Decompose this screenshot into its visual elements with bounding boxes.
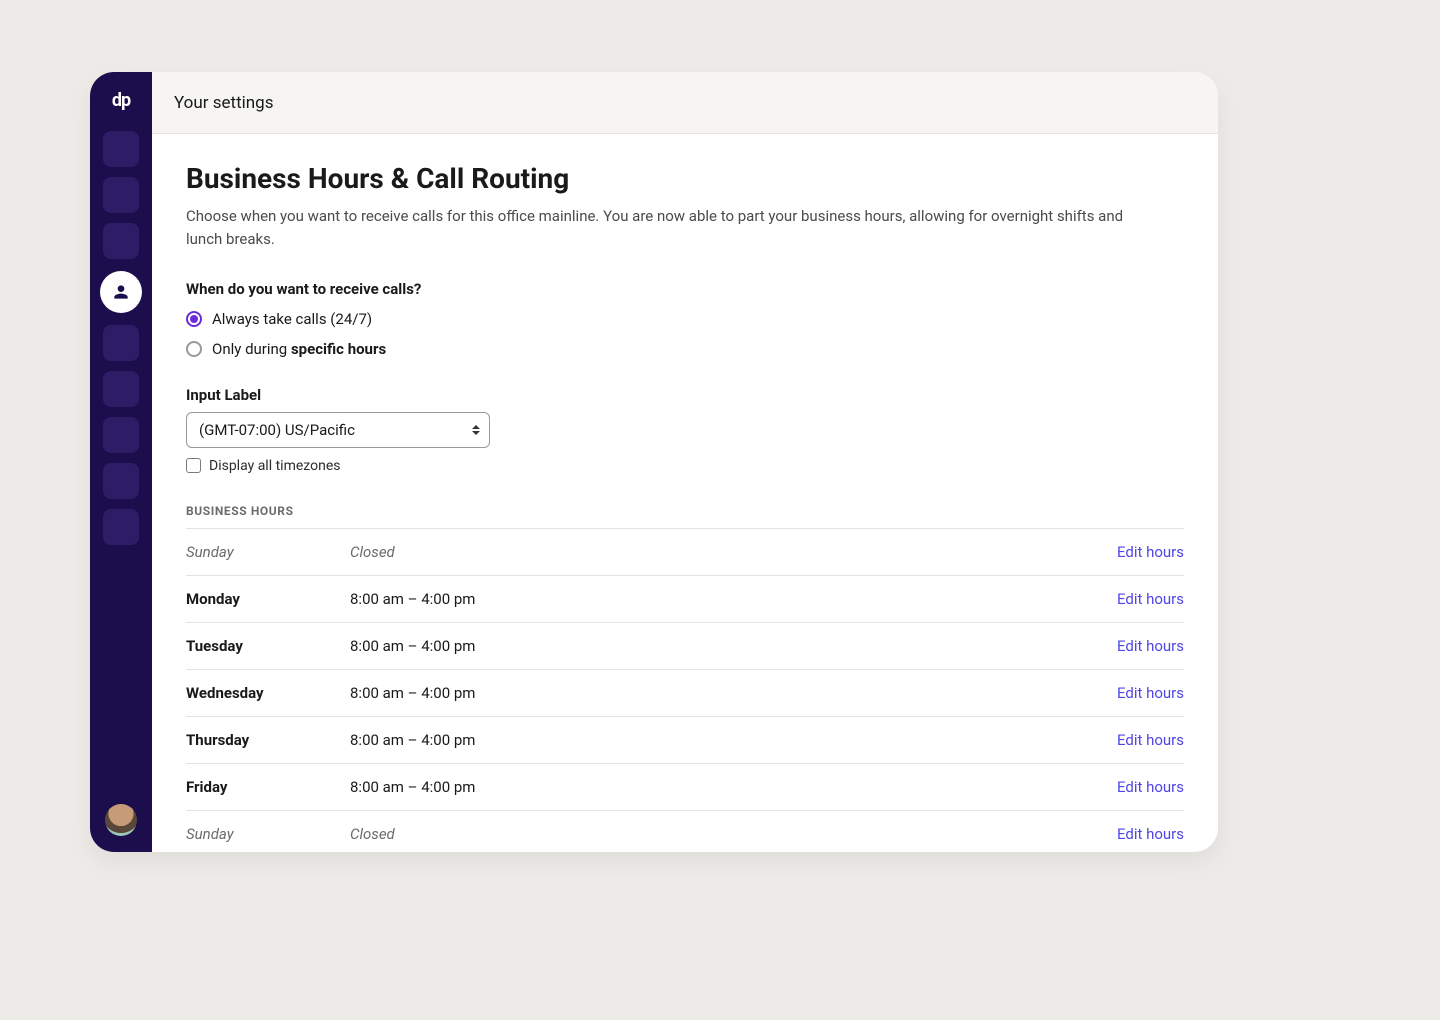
app-shell: dp Your settings Business Hours & Call R… bbox=[90, 72, 1218, 852]
hours-cell: 8:00 am – 4:00 pm bbox=[350, 622, 1064, 669]
business-hours-header: BUSINESS HOURS bbox=[186, 504, 1184, 518]
edit-hours-link[interactable]: Edit hours bbox=[1117, 825, 1184, 843]
action-cell: Edit hours bbox=[1064, 575, 1184, 622]
action-cell: Edit hours bbox=[1064, 716, 1184, 763]
day-cell: Tuesday bbox=[186, 622, 350, 669]
table-row: Thursday8:00 am – 4:00 pm Edit hours bbox=[186, 716, 1184, 763]
hours-cell: 8:00 am – 4:00 pm bbox=[350, 763, 1064, 810]
avatar[interactable] bbox=[105, 804, 137, 836]
person-icon bbox=[111, 282, 131, 302]
action-cell: Edit hours bbox=[1064, 810, 1184, 852]
sidebar: dp bbox=[90, 72, 152, 852]
day-cell: Thursday bbox=[186, 716, 350, 763]
sidebar-item-7[interactable] bbox=[103, 417, 139, 453]
sidebar-nav bbox=[100, 131, 142, 545]
radio-always[interactable]: Always take calls (24/7) bbox=[186, 310, 1184, 328]
timezone-input-label: Input Label bbox=[186, 386, 1184, 404]
page-description: Choose when you want to receive calls fo… bbox=[186, 205, 1126, 252]
radio-circle-icon bbox=[186, 311, 202, 327]
hours-cell: 8:00 am – 4:00 pm bbox=[350, 669, 1064, 716]
receive-calls-radio-group: Always take calls (24/7) Only during spe… bbox=[186, 310, 1184, 358]
radio-specific-hours[interactable]: Only during specific hours bbox=[186, 340, 1184, 358]
main: Your settings Business Hours & Call Rout… bbox=[152, 72, 1218, 852]
display-all-timezones-label: Display all timezones bbox=[209, 458, 340, 474]
timezone-select-wrap: (GMT-07:00) US/Pacific bbox=[186, 412, 490, 448]
table-row: Wednesday8:00 am – 4:00 pm Edit hours bbox=[186, 669, 1184, 716]
timezone-selected-value: (GMT-07:00) US/Pacific bbox=[199, 421, 355, 439]
edit-hours-link[interactable]: Edit hours bbox=[1117, 778, 1184, 796]
checkbox-icon[interactable] bbox=[186, 458, 201, 473]
table-row: SundayClosed Edit hours bbox=[186, 528, 1184, 575]
table-row: SundayClosed Edit hours bbox=[186, 810, 1184, 852]
content: Business Hours & Call Routing Choose whe… bbox=[152, 134, 1218, 852]
topbar: Your settings bbox=[152, 72, 1218, 134]
action-cell: Edit hours bbox=[1064, 763, 1184, 810]
hours-cell: Closed bbox=[350, 528, 1064, 575]
hours-cell: 8:00 am – 4:00 pm bbox=[350, 575, 1064, 622]
table-row: Tuesday8:00 am – 4:00 pm Edit hours bbox=[186, 622, 1184, 669]
sidebar-item-1[interactable] bbox=[103, 131, 139, 167]
edit-hours-link[interactable]: Edit hours bbox=[1117, 590, 1184, 608]
radio-circle-icon bbox=[186, 341, 202, 357]
table-row: Monday8:00 am – 4:00 pm Edit hours bbox=[186, 575, 1184, 622]
sidebar-item-2[interactable] bbox=[103, 177, 139, 213]
business-hours-table: SundayClosedEdit hoursMonday8:00 am – 4:… bbox=[186, 528, 1184, 853]
timezone-select[interactable]: (GMT-07:00) US/Pacific bbox=[186, 412, 490, 448]
logo: dp bbox=[112, 90, 130, 111]
edit-hours-link[interactable]: Edit hours bbox=[1117, 731, 1184, 749]
action-cell: Edit hours bbox=[1064, 669, 1184, 716]
hours-cell: 8:00 am – 4:00 pm bbox=[350, 716, 1064, 763]
radio-specific-label: Only during specific hours bbox=[212, 340, 386, 358]
page-title: Business Hours & Call Routing bbox=[186, 162, 1184, 195]
edit-hours-link[interactable]: Edit hours bbox=[1117, 684, 1184, 702]
timezone-block: Input Label (GMT-07:00) US/Pacific Displ… bbox=[186, 386, 1184, 474]
sidebar-item-3[interactable] bbox=[103, 223, 139, 259]
hours-cell: Closed bbox=[350, 810, 1064, 852]
sidebar-item-6[interactable] bbox=[103, 371, 139, 407]
table-row: Friday8:00 am – 4:00 pm Edit hours bbox=[186, 763, 1184, 810]
day-cell: Friday bbox=[186, 763, 350, 810]
radio-always-label: Always take calls (24/7) bbox=[212, 310, 372, 328]
receive-calls-question: When do you want to receive calls? bbox=[186, 280, 1184, 298]
day-cell: Monday bbox=[186, 575, 350, 622]
radio-specific-label-plain: Only during bbox=[212, 340, 291, 358]
edit-hours-link[interactable]: Edit hours bbox=[1117, 543, 1184, 561]
sidebar-item-profile[interactable] bbox=[100, 271, 142, 313]
day-cell: Sunday bbox=[186, 810, 350, 852]
edit-hours-link[interactable]: Edit hours bbox=[1117, 637, 1184, 655]
day-cell: Sunday bbox=[186, 528, 350, 575]
action-cell: Edit hours bbox=[1064, 528, 1184, 575]
radio-specific-label-bold: specific hours bbox=[291, 340, 386, 358]
topbar-title: Your settings bbox=[174, 93, 273, 113]
sidebar-item-9[interactable] bbox=[103, 509, 139, 545]
sidebar-item-5[interactable] bbox=[103, 325, 139, 361]
display-all-timezones-row[interactable]: Display all timezones bbox=[186, 458, 1184, 474]
action-cell: Edit hours bbox=[1064, 622, 1184, 669]
sidebar-item-8[interactable] bbox=[103, 463, 139, 499]
day-cell: Wednesday bbox=[186, 669, 350, 716]
